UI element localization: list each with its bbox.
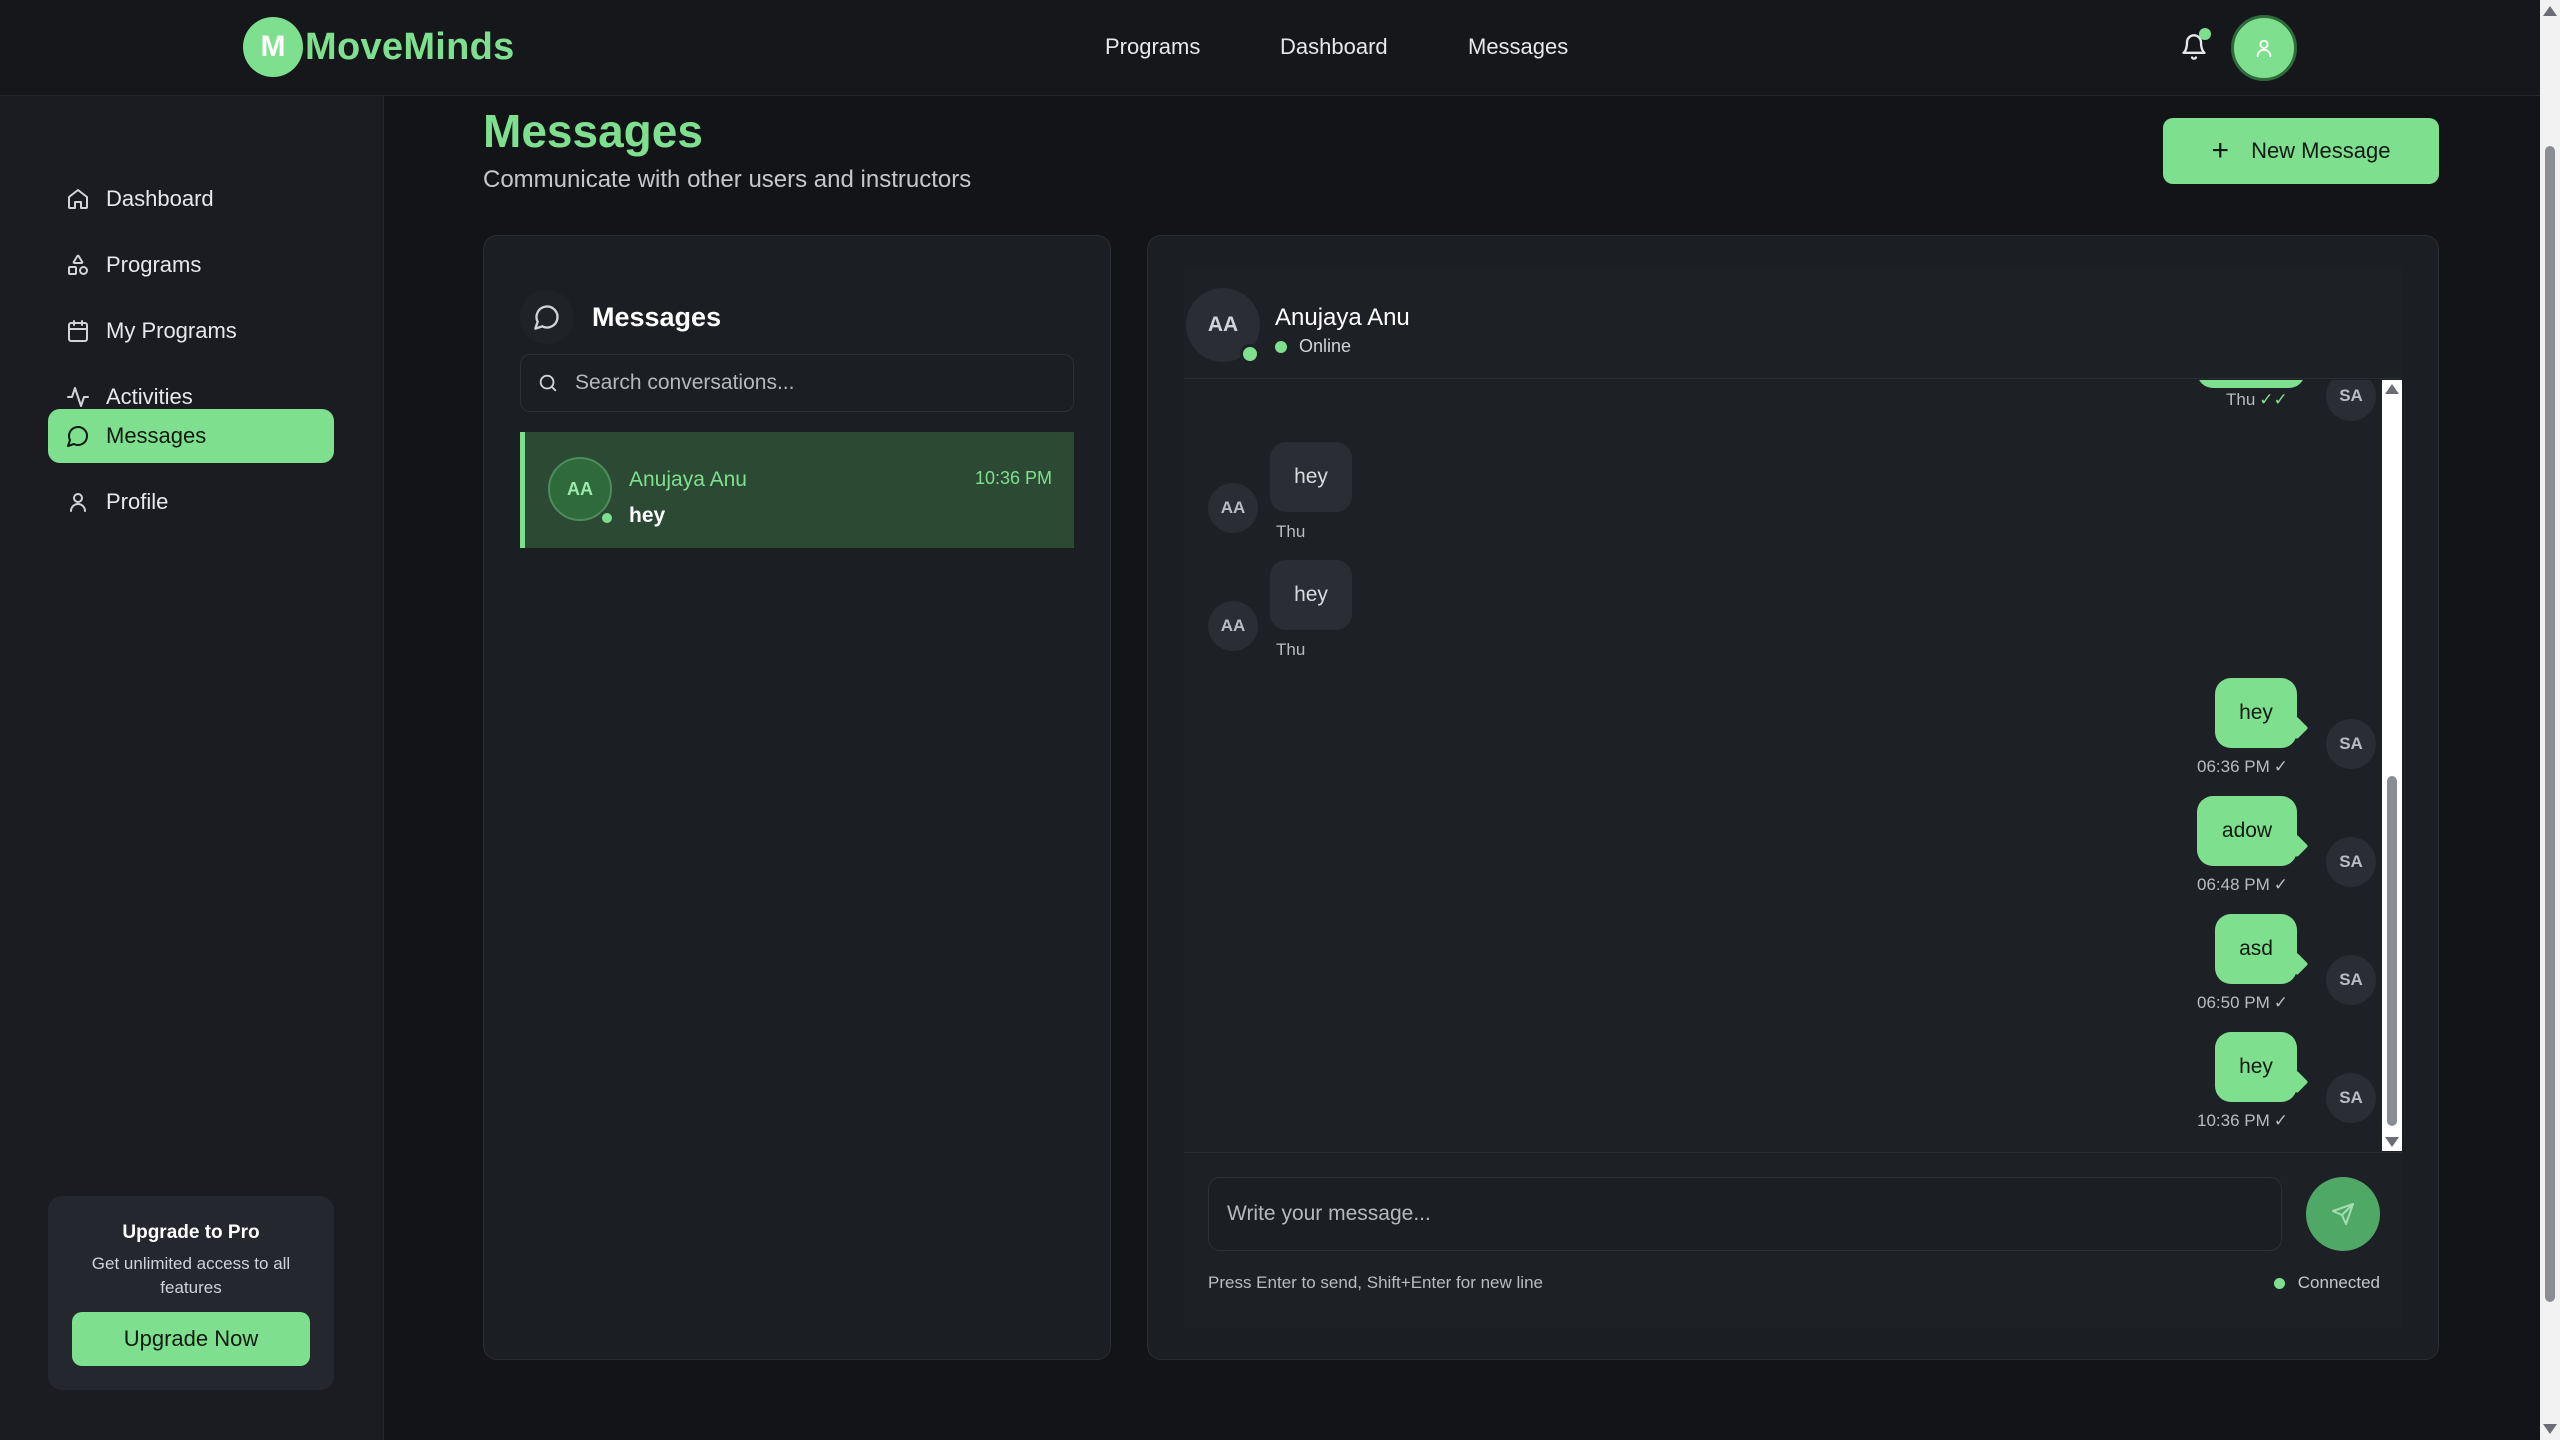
scroll-thumb[interactable] [2545, 146, 2555, 1302]
user-avatar-button[interactable] [2231, 15, 2297, 81]
avatar: SA [2326, 837, 2376, 887]
message-time: 10:36 PM ✓ [2197, 1111, 2289, 1130]
double-check-icon: ✓✓ [2259, 390, 2288, 409]
search-input[interactable] [573, 370, 1053, 396]
sidebar-item-label: Activities [106, 384, 193, 409]
sidebar-item-dashboard[interactable]: Dashboard [48, 172, 334, 226]
status-dot [1275, 340, 1287, 353]
sidebar-item-label: Profile [106, 489, 169, 514]
user-icon [2256, 39, 2272, 58]
page-title: Messages [483, 105, 703, 157]
upgrade-description: Get unlimited access to all features [91, 1254, 291, 1297]
sidebar-item-label: Dashboard [106, 186, 214, 211]
sidebar: Dashboard Programs My Programs Activitie… [0, 96, 384, 1440]
page-scrollbar[interactable] [2540, 0, 2560, 1440]
sidebar-item-label: Messages [106, 423, 207, 448]
avatar: SA [2326, 955, 2376, 1005]
connection-status: Connected [2273, 1273, 2380, 1293]
upgrade-card: Upgrade to Pro Get unlimited access to a… [48, 1196, 334, 1390]
messages-list[interactable]: SA Thu ✓✓ AA hey Thu AA hey Thu hey SA 06… [1184, 380, 2382, 1151]
message-time: 06:48 PM ✓ [2197, 875, 2289, 894]
avatar: SA [2326, 1073, 2376, 1123]
chat-header: AA Anujaya Anu Online [1184, 268, 2402, 379]
check-icon: ✓ [2273, 757, 2289, 776]
conversation-search [520, 354, 1074, 412]
upgrade-title: Upgrade to Pro [122, 1222, 260, 1243]
home-icon [68, 189, 88, 209]
chat-window: AA Anujaya Anu Online SA Thu ✓✓ AA hey Th… [1184, 268, 2402, 1328]
app-logo[interactable]: M MoveMinds [243, 17, 515, 77]
upgrade-now-button[interactable]: Upgrade Now [72, 1312, 310, 1366]
scroll-thumb[interactable] [2387, 776, 2397, 1126]
user-icon [70, 493, 86, 512]
status-text: Online [1299, 336, 1352, 356]
conversation-time: 10:36 PM [974, 468, 1052, 488]
top-navbar: M MoveMinds Programs Dashboard Messages [0, 0, 2540, 96]
message-time: Thu [1276, 640, 1306, 659]
check-icon: ✓ [2273, 1111, 2289, 1130]
nav-link-messages[interactable]: Messages [1468, 34, 1568, 60]
message-bubble-outgoing: adow [2197, 796, 2297, 866]
plus-icon: + [2211, 134, 2230, 167]
check-icon: ✓ [2273, 993, 2289, 1012]
message-time: Thu [1276, 522, 1306, 541]
avatar: AA [1208, 601, 1258, 651]
sidebar-item-programs[interactable]: Programs [48, 238, 334, 292]
message-bubble-outgoing [2197, 380, 2305, 388]
activity-icon [67, 387, 89, 407]
conversations-panel: Messages AA Anujaya Anu 10:36 PM hey [483, 235, 1111, 1360]
notification-dot [2199, 28, 2211, 40]
message-time: 06:50 PM ✓ [2197, 993, 2289, 1012]
nav-link-dashboard[interactable]: Dashboard [1280, 34, 1388, 60]
status-dot [2273, 1277, 2285, 1289]
conversation-last-message: hey [629, 504, 666, 527]
compose-area: Press Enter to send, Shift+Enter for new… [1184, 1152, 2402, 1328]
message-bubble-incoming: hey [1270, 442, 1352, 512]
message-time: 06:36 PM ✓ [2197, 757, 2289, 776]
sidebar-item-label: My Programs [106, 318, 237, 343]
message-input[interactable] [1208, 1177, 2282, 1251]
connection-status-text: Connected [2297, 1273, 2380, 1292]
sidebar-item-profile[interactable]: Profile [48, 475, 334, 529]
message-icon [67, 426, 88, 447]
new-message-button[interactable]: + New Message [2163, 118, 2439, 184]
nav-link-programs[interactable]: Programs [1105, 34, 1200, 60]
message-bubble-incoming: hey [1270, 560, 1352, 630]
scroll-up-arrow-icon[interactable] [2543, 6, 2557, 16]
check-icon: ✓ [2273, 875, 2289, 894]
shapes-icon [68, 254, 88, 275]
avatar: SA [2326, 380, 2376, 421]
message-bubble-outgoing: hey [2215, 678, 2297, 748]
message-bubble-outgoing: asd [2215, 914, 2297, 984]
scroll-down-arrow-icon[interactable] [2543, 1424, 2557, 1434]
online-indicator [1240, 344, 1260, 364]
logo-badge: M [243, 17, 303, 77]
scroll-up-arrow-icon[interactable] [2385, 384, 2399, 394]
sidebar-item-messages[interactable]: Messages [48, 409, 334, 463]
conversation-name: Anujaya Anu [629, 468, 747, 491]
chat-contact-name: Anujaya Anu [1275, 304, 1410, 331]
send-button[interactable] [2306, 1177, 2380, 1251]
calendar-icon [68, 320, 88, 342]
chat-panel: AA Anujaya Anu Online SA Thu ✓✓ AA hey Th… [1147, 235, 2439, 1360]
online-indicator [599, 510, 615, 526]
scroll-down-arrow-icon[interactable] [2385, 1137, 2399, 1147]
message-time: Thu ✓✓ [2226, 390, 2288, 409]
compose-hint: Press Enter to send, Shift+Enter for new… [1208, 1273, 1543, 1292]
new-message-label: New Message [2251, 138, 2391, 163]
message-icon [520, 290, 574, 344]
sidebar-item-my-programs[interactable]: My Programs [48, 304, 334, 358]
send-icon [2332, 1203, 2354, 1225]
messages-scrollbar[interactable] [2382, 380, 2402, 1151]
avatar: AA [1208, 483, 1258, 533]
chat-contact-status: Online [1275, 336, 1351, 357]
conversation-item[interactable]: AA Anujaya Anu 10:36 PM hey [520, 432, 1074, 548]
conversations-title: Messages [592, 302, 722, 332]
search-icon [539, 374, 557, 392]
app-name: MoveMinds [305, 25, 515, 68]
page-subtitle: Communicate with other users and instruc… [483, 166, 972, 193]
avatar: SA [2326, 719, 2376, 769]
message-bubble-outgoing: hey [2215, 1032, 2297, 1102]
sidebar-item-label: Programs [106, 252, 202, 277]
